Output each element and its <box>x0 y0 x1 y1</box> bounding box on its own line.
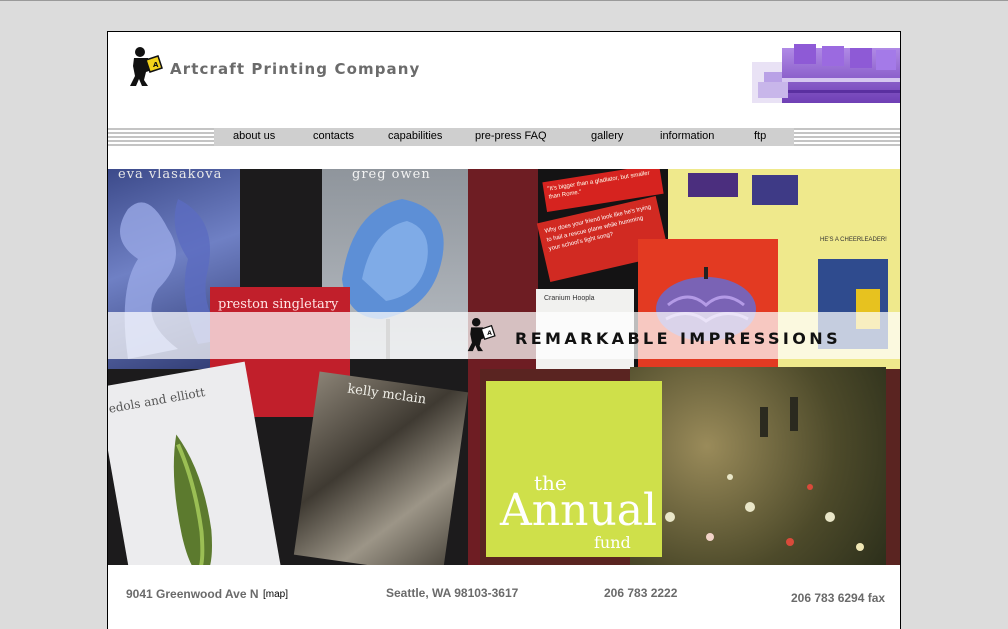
nav-gallery[interactable]: gallery <box>591 130 623 143</box>
company-name: Artcraft Printing Company <box>170 60 421 78</box>
cover-annual-fund: the Annual fund <box>486 381 662 557</box>
page: A Artcraft Printing Company about us con… <box>107 31 901 629</box>
cover-kelly-title: kelly mclain <box>346 381 428 408</box>
card-cranium-text: Cranium Hoopla <box>544 295 595 302</box>
nav-about-us[interactable]: about us <box>233 130 275 143</box>
nav-ftp[interactable]: ftp <box>754 130 766 143</box>
footer: 9041 Greenwood Ave N [map] Seattle, WA 9… <box>108 565 900 629</box>
printer-man-logo-icon: A <box>130 47 163 86</box>
hero-collage: eva vlasakova greg owen preston singleta… <box>108 169 900 565</box>
cover-greg-title: greg owen <box>352 169 431 182</box>
cover-kelly-mclain: kelly mclain <box>293 371 469 565</box>
nav-pre-press-faq[interactable]: pre-press FAQ <box>475 130 547 143</box>
printer-man-logo-icon: A <box>467 318 496 352</box>
header: A Artcraft Printing Company <box>108 32 900 128</box>
nav-information[interactable]: information <box>660 130 714 143</box>
garden-painting <box>630 367 886 565</box>
nav-capabilities[interactable]: capabilities <box>388 130 442 143</box>
annual-title: Annual <box>500 485 658 536</box>
map-link[interactable]: [map] <box>263 589 288 600</box>
flowers-icon <box>665 397 864 551</box>
banner-text: REMARKABLE IMPRESSIONS <box>515 329 841 348</box>
nav-contacts[interactable]: contacts <box>313 130 354 143</box>
printing-press-image <box>752 44 900 103</box>
phone-number: 206 783 2222 <box>604 586 678 600</box>
svg-text:A: A <box>487 330 492 337</box>
annual-fund: fund <box>594 533 631 552</box>
main-nav: about us contacts capabilities pre-press… <box>214 128 794 146</box>
fax-number: 206 783 6294 fax <box>791 591 886 605</box>
cover-preston-title: preston singletary <box>218 297 339 312</box>
cover-eva-title: eva vlasakova <box>118 169 223 182</box>
city-state-zip: Seattle, WA 98103-3617 <box>386 586 519 600</box>
logo-link[interactable]: A <box>128 46 168 93</box>
address: 9041 Greenwood Ave N <box>126 587 259 601</box>
svg-text:A: A <box>153 61 159 69</box>
